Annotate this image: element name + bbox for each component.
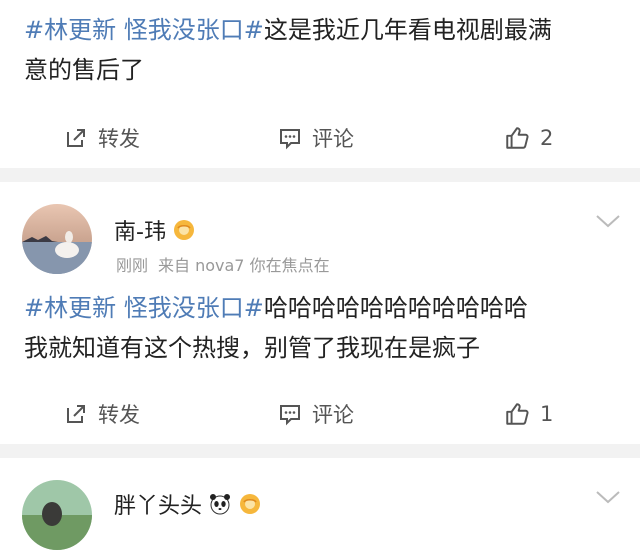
post-2-actions: 转发 评论 1	[0, 392, 640, 436]
comment-label: 评论	[312, 127, 354, 151]
hashtag-link[interactable]: #林更新 怪我没张口#	[24, 294, 264, 322]
post-text-line: 哈哈哈哈哈哈哈哈哈哈哈	[263, 294, 528, 322]
repost-icon	[67, 129, 85, 147]
badge-icon	[173, 220, 194, 240]
post-source: 来自 nova7 你在焦点在	[158, 256, 330, 275]
post-separator	[0, 444, 640, 458]
avatar[interactable]	[22, 204, 92, 274]
post-separator	[0, 168, 640, 182]
post-text-line: 这是我近几年看电视剧最满	[263, 16, 552, 44]
post-1-text-line2: 意的售后了	[24, 56, 144, 84]
username-text: 胖丫头头	[114, 494, 203, 519]
username-text: 南-玮	[114, 220, 166, 245]
comment-button[interactable]: 评论	[278, 392, 354, 436]
chevron-down-icon[interactable]	[594, 488, 622, 506]
comment-label: 评论	[312, 403, 354, 427]
avatar[interactable]	[22, 480, 92, 550]
like-button[interactable]: 1	[504, 392, 553, 436]
username[interactable]: 南-玮	[114, 214, 196, 246]
comment-icon	[280, 129, 300, 150]
comment-button[interactable]: 评论	[278, 116, 354, 160]
panda-icon	[210, 494, 231, 515]
post-1-text: #林更新 怪我没张口#这是我近几年看电视剧最满	[24, 14, 552, 46]
repost-button[interactable]: 转发	[64, 116, 140, 160]
repost-label: 转发	[98, 127, 140, 151]
repost-icon	[67, 405, 85, 423]
hashtag-link[interactable]: #林更新 怪我没张口#	[24, 16, 264, 44]
chevron-down-icon[interactable]	[594, 212, 622, 230]
like-icon	[506, 403, 529, 425]
post-2-text: #林更新 怪我没张口#哈哈哈哈哈哈哈哈哈哈哈	[24, 292, 528, 324]
post-time: 刚刚	[116, 256, 149, 275]
like-icon	[506, 127, 529, 149]
like-button[interactable]: 2	[504, 116, 553, 160]
post-meta: 刚刚 来自 nova7 你在焦点在	[116, 252, 340, 276]
post-1-actions: 转发 评论 2	[0, 116, 640, 160]
username[interactable]: 胖丫头头	[114, 488, 262, 520]
comment-icon	[280, 405, 300, 426]
like-count: 1	[540, 402, 554, 426]
repost-label: 转发	[98, 403, 140, 427]
repost-button[interactable]: 转发	[64, 392, 140, 436]
post-2-text-line2: 我就知道有这个热搜，别管了我现在是疯子	[24, 334, 480, 362]
badge-icon	[240, 494, 261, 514]
like-count: 2	[540, 126, 554, 150]
